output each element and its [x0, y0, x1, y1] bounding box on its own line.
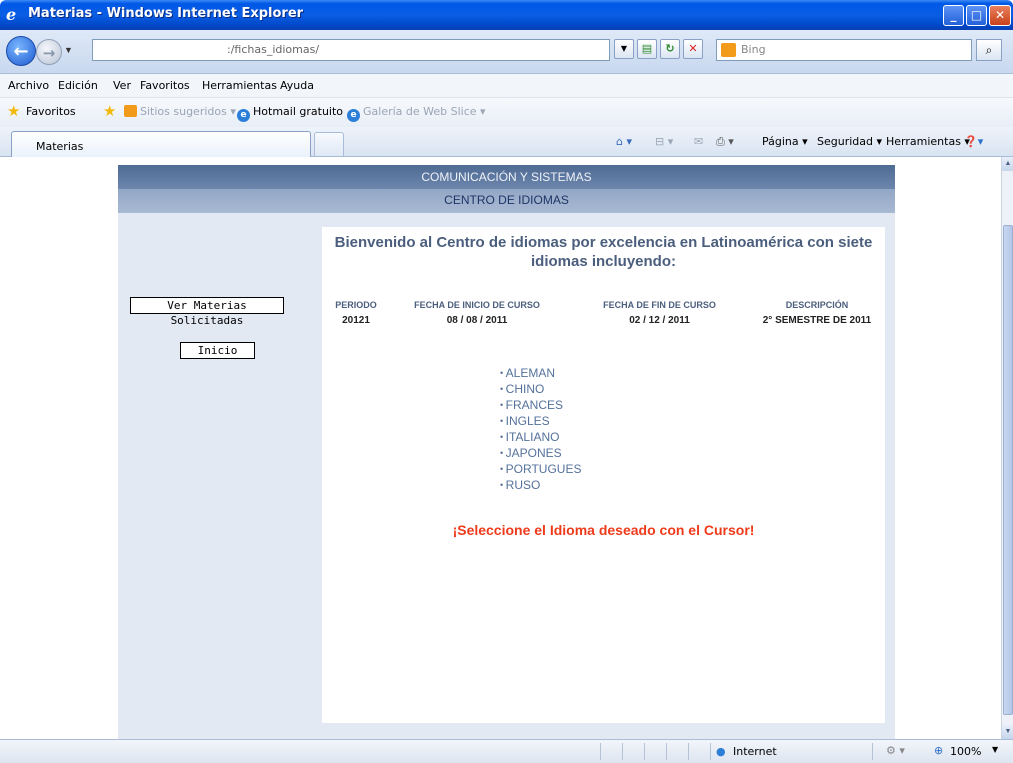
feeds-icon[interactable]: ⊟ ▾: [655, 135, 673, 148]
header-descripcion: DESCRIPCIÓN: [785, 300, 849, 310]
main-content: Bienvenido al Centro de idiomas por exce…: [322, 227, 885, 723]
web-page: COMUNICACIÓN Y SISTEMAS CENTRO DE IDIOMA…: [0, 157, 1001, 739]
site-subheader: CENTRO DE IDIOMAS: [118, 189, 895, 213]
security-zone-label: Internet: [733, 745, 777, 758]
zoom-dropdown-icon[interactable]: ▼: [992, 745, 998, 754]
forward-button[interactable]: →: [36, 39, 62, 65]
favorites-star-icon: ★: [7, 102, 21, 120]
welcome-heading: Bienvenido al Centro de idiomas por exce…: [334, 234, 873, 270]
menu-ayuda[interactable]: Ayuda: [280, 79, 314, 92]
maximize-button[interactable]: □: [966, 5, 987, 26]
menu-bar: Archivo Edición Ver Favoritos Herramient…: [0, 74, 1013, 98]
list-item[interactable]: RUSO: [500, 477, 581, 493]
window-title: Materias - Windows Internet Explorer: [28, 6, 304, 21]
value-descripcion: 2° SEMESTRE DE 2011: [762, 315, 872, 326]
scroll-down-icon[interactable]: ▼: [1002, 725, 1013, 739]
list-item[interactable]: CHINO: [500, 381, 581, 397]
header-periodo: PERIODO: [335, 300, 377, 310]
header-fecha-inicio: FECHA DE INICIO DE CURSO: [414, 300, 540, 310]
suggested-sites-icon: [124, 105, 137, 117]
stop-icon[interactable]: ✕: [683, 39, 703, 59]
inicio-button[interactable]: Inicio: [180, 342, 255, 359]
favorites-bar: ★ Favoritos ★ Sitios sugeridos ▾ e Hotmai…: [0, 98, 1013, 127]
list-item[interactable]: FRANCES: [500, 397, 581, 413]
select-language-prompt: ¡Seleccione el Idioma deseado con el Cur…: [452, 522, 755, 538]
value-periodo: 20121: [342, 315, 370, 326]
tools-menu[interactable]: Herramientas ▾: [886, 135, 970, 148]
search-placeholder: Bing: [741, 43, 766, 56]
status-divider: [710, 743, 711, 760]
close-button[interactable]: ✕: [989, 5, 1011, 26]
language-list: ALEMAN CHINO FRANCES INGLES ITALIANO JAP…: [500, 365, 582, 493]
add-favorite-icon[interactable]: ★: [103, 102, 116, 120]
content-bottom-margin: [322, 723, 885, 739]
security-menu[interactable]: Seguridad ▾: [817, 135, 882, 148]
mail-icon[interactable]: ✉: [694, 135, 703, 148]
menu-favoritos[interactable]: Favoritos: [140, 79, 190, 92]
menu-edicion[interactable]: Edición: [58, 79, 98, 92]
tab-label: Materias: [36, 140, 84, 153]
home-icon[interactable]: ⌂ ▾: [616, 135, 632, 148]
back-button[interactable]: ←: [6, 36, 36, 66]
list-item[interactable]: ALEMAN: [500, 365, 581, 381]
header-fecha-fin: FECHA DE FIN DE CURSO: [603, 300, 716, 310]
zoom-icon[interactable]: ⊕: [934, 744, 943, 757]
menu-ver[interactable]: Ver: [113, 79, 131, 92]
title-bar: e Materias - Windows Internet Explorer _…: [0, 0, 1013, 30]
address-bar: ← → ▼ :/fichas_idiomas/ ▼ ▤ ↻ ✕ Bing ⌕: [0, 30, 1013, 74]
favorites-button[interactable]: Favoritos: [26, 105, 76, 118]
minimize-button[interactable]: _: [943, 5, 964, 26]
value-fecha-inicio: 08 / 08 / 2011: [446, 315, 508, 326]
menu-archivo[interactable]: Archivo: [8, 79, 49, 92]
list-item[interactable]: ITALIANO: [500, 429, 581, 445]
site-header: COMUNICACIÓN Y SISTEMAS: [118, 165, 895, 189]
recent-pages-dropdown[interactable]: ▼: [64, 45, 73, 55]
ie-page-icon: e: [237, 109, 250, 122]
list-item[interactable]: JAPONES: [500, 445, 581, 461]
tab-bar: Materias ⌂ ▾ ⊟ ▾ ✉ ⎙ ▾ Página ▾ Segurida…: [0, 127, 1013, 158]
ver-materias-button[interactable]: Ver Materias Solicitadas: [130, 297, 284, 327]
menu-herramientas[interactable]: Herramientas: [202, 79, 277, 92]
zoom-level[interactable]: 100%: [950, 745, 981, 758]
scroll-thumb[interactable]: [1003, 225, 1013, 715]
protected-mode-icon[interactable]: ⚙ ▾: [886, 744, 905, 757]
value-fecha-fin: 02 / 12 / 2011: [629, 315, 690, 326]
scroll-up-icon[interactable]: ▲: [1002, 157, 1013, 171]
left-panel: Ver Materias Solicitadas Inicio: [118, 213, 322, 739]
refresh-icon[interactable]: ↻: [660, 39, 680, 59]
help-icon[interactable]: ❓▾: [964, 135, 983, 148]
browser-window: e Materias - Windows Internet Explorer _…: [0, 0, 1013, 763]
status-divider: [872, 743, 873, 760]
bing-icon: [721, 43, 736, 57]
list-item[interactable]: INGLES: [500, 413, 581, 429]
list-item[interactable]: PORTUGUES: [500, 461, 582, 477]
print-icon[interactable]: ⎙ ▾: [716, 135, 734, 149]
search-button[interactable]: ⌕: [976, 39, 1002, 61]
url-dropdown-button[interactable]: ▼: [614, 39, 634, 59]
page-menu[interactable]: Página ▾: [762, 135, 808, 148]
status-divider: [600, 743, 601, 760]
content-top-margin: [322, 213, 885, 227]
ie-logo-icon: e: [6, 5, 17, 24]
tab-materias[interactable]: Materias: [11, 131, 311, 158]
status-divider: [688, 743, 689, 760]
status-divider: [644, 743, 645, 760]
ie-page-icon: e: [347, 109, 360, 122]
compatibility-view-icon[interactable]: ▤: [637, 39, 657, 59]
new-tab-button[interactable]: [314, 132, 344, 156]
status-bar: ● Internet ⚙ ▾ ⊕ 100% ▼: [0, 739, 1013, 763]
right-panel: [885, 213, 895, 739]
status-divider: [622, 743, 623, 760]
hotmail-link[interactable]: e Hotmail gratuito: [237, 105, 343, 122]
search-box[interactable]: Bing: [716, 39, 972, 61]
suggested-sites-link[interactable]: Sitios sugeridos ▾: [124, 105, 236, 118]
status-divider: [666, 743, 667, 760]
web-slice-gallery-link[interactable]: e Galería de Web Slice ▾: [347, 105, 486, 122]
url-input[interactable]: :/fichas_idiomas/: [92, 39, 610, 61]
vertical-scrollbar[interactable]: ▲ ▼: [1001, 157, 1013, 739]
internet-zone-icon: ●: [716, 745, 726, 758]
